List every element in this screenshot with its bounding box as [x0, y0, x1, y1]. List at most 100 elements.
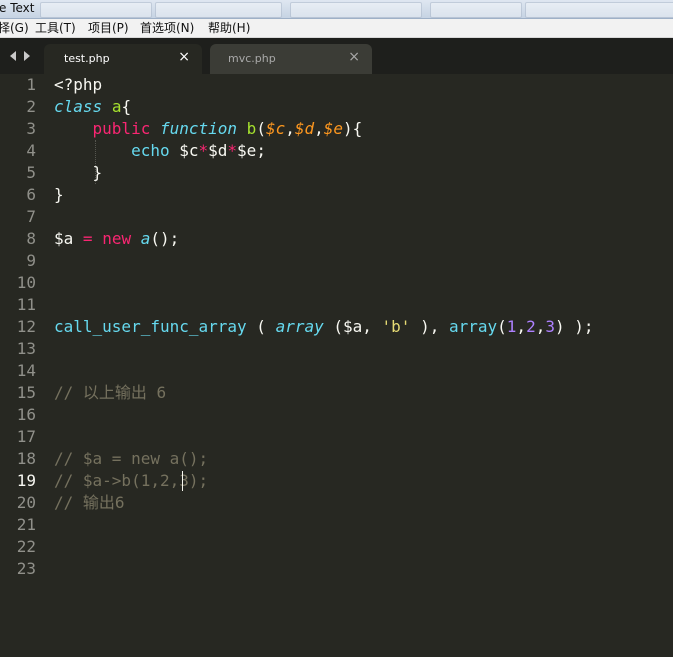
code-line: }: [54, 162, 103, 184]
close-icon[interactable]: ×: [178, 49, 190, 65]
code-token: }: [54, 163, 103, 182]
code-line: public function b($c,$d,$e){: [54, 118, 363, 140]
line-number: 10: [16, 273, 36, 292]
line-number: 12: [16, 317, 36, 336]
title-bar: e Text: [0, 0, 673, 19]
tab-nav-left-icon[interactable]: [10, 51, 16, 61]
tab-label: mvc.php: [228, 52, 276, 65]
code-token: ,: [516, 317, 527, 336]
code-line: class a{: [54, 96, 131, 118]
line-number: 7: [26, 207, 36, 226]
code-token: 1: [506, 317, 517, 336]
line-number: 22: [16, 537, 36, 556]
menu-item-help[interactable]: 帮助(H): [208, 20, 250, 36]
code-token: // $a = new a();: [54, 449, 209, 468]
menu-item-preferences[interactable]: 首选项(N): [140, 20, 194, 36]
code-token: $c: [265, 119, 286, 138]
menu-bar: 择(G) 工具(T) 项目(P) 首选项(N) 帮助(H): [0, 19, 673, 38]
line-number: 13: [16, 339, 36, 358]
line-number: 2: [26, 97, 36, 116]
code-token: new: [102, 229, 132, 248]
line-number: 18: [16, 449, 36, 468]
line-number: 17: [16, 427, 36, 446]
line-number: 8: [26, 229, 36, 248]
code-token: array: [275, 317, 324, 336]
code-line: echo $c*$d*$e;: [54, 140, 266, 162]
code-token: ($a,: [323, 317, 382, 336]
line-number: 16: [16, 405, 36, 424]
code-token: $c: [169, 141, 199, 160]
line-number: 4: [26, 141, 36, 160]
code-token: // $a->b(1,2,3);: [54, 471, 209, 490]
code-token: $d: [208, 141, 228, 160]
code-token: ,: [285, 119, 295, 138]
line-number: 9: [26, 251, 36, 270]
line-number: 1: [26, 75, 36, 94]
code-token: ){: [343, 119, 363, 138]
code-token: (: [497, 317, 507, 336]
code-line: }: [54, 184, 64, 206]
code-line: // 以上输出 6: [54, 382, 166, 404]
background-tab: [40, 2, 152, 18]
line-number: 11: [16, 295, 36, 314]
line-number: 19: [16, 471, 36, 490]
code-token: $e;: [237, 141, 266, 160]
code-token: ,: [314, 119, 324, 138]
code-token: $d: [294, 119, 315, 138]
tab-mvc-php[interactable]: mvc.php ×: [210, 44, 372, 74]
code-token: (: [256, 119, 266, 138]
line-number: 15: [16, 383, 36, 402]
code-line: // $a->b(1,2,3);: [54, 470, 208, 492]
code-token: *: [198, 141, 209, 160]
tab-label: test.php: [64, 52, 110, 65]
code-token: }: [54, 185, 64, 204]
code-token: (: [246, 317, 276, 336]
background-tab: [155, 2, 282, 18]
code-token: ),: [410, 317, 449, 336]
line-number: 21: [16, 515, 36, 534]
background-tab: [290, 2, 422, 18]
code-token: 2: [526, 317, 536, 336]
code-token: // 以上输出 6: [54, 383, 167, 402]
tab-test-php[interactable]: test.php ×: [44, 44, 202, 74]
code-token: 3: [545, 317, 555, 336]
line-number: 14: [16, 361, 36, 380]
background-tab: [430, 2, 522, 18]
code-token: array: [448, 317, 498, 336]
code-line: <?php: [54, 74, 102, 96]
close-icon[interactable]: ×: [348, 49, 360, 65]
code-token: // 输出6: [54, 493, 125, 512]
line-number: 6: [26, 185, 36, 204]
menu-item-tools[interactable]: 工具(T): [35, 20, 76, 36]
code-line: // 输出6: [54, 492, 125, 514]
code-token: class: [54, 97, 103, 116]
code-line: call_user_func_array ( array ($a, 'b' ),…: [54, 316, 594, 338]
line-number: 3: [26, 119, 36, 138]
tab-bar: test.php × mvc.php ×: [0, 38, 673, 74]
tab-nav-right-icon[interactable]: [24, 51, 30, 61]
line-number: 20: [16, 493, 36, 512]
code-token: 'b': [381, 317, 411, 336]
code-token: public: [92, 119, 151, 138]
line-number-gutter: 1 2 3 4 5 6 7 8 9 10 11 12 13 14 15 16 17 18 19 20 21 22 23: [0, 74, 44, 657]
code-token: call_user_func_array: [54, 317, 247, 336]
code-token: {: [121, 97, 132, 116]
code-token: ,: [535, 317, 546, 336]
code-token: a: [140, 229, 151, 248]
menu-item-project[interactable]: 项目(P): [88, 20, 129, 36]
line-number: 23: [16, 559, 36, 578]
line-number: 5: [26, 163, 36, 182]
code-line: $a = new a();: [54, 228, 179, 250]
code-token: $e: [323, 119, 344, 138]
code-token: a: [111, 97, 122, 116]
code-line: // $a = new a();: [54, 448, 208, 470]
menu-item-select[interactable]: 择(G): [0, 20, 29, 36]
code-token: echo: [131, 141, 170, 160]
code-token: <?php: [54, 75, 103, 94]
code-token: b: [246, 119, 257, 138]
